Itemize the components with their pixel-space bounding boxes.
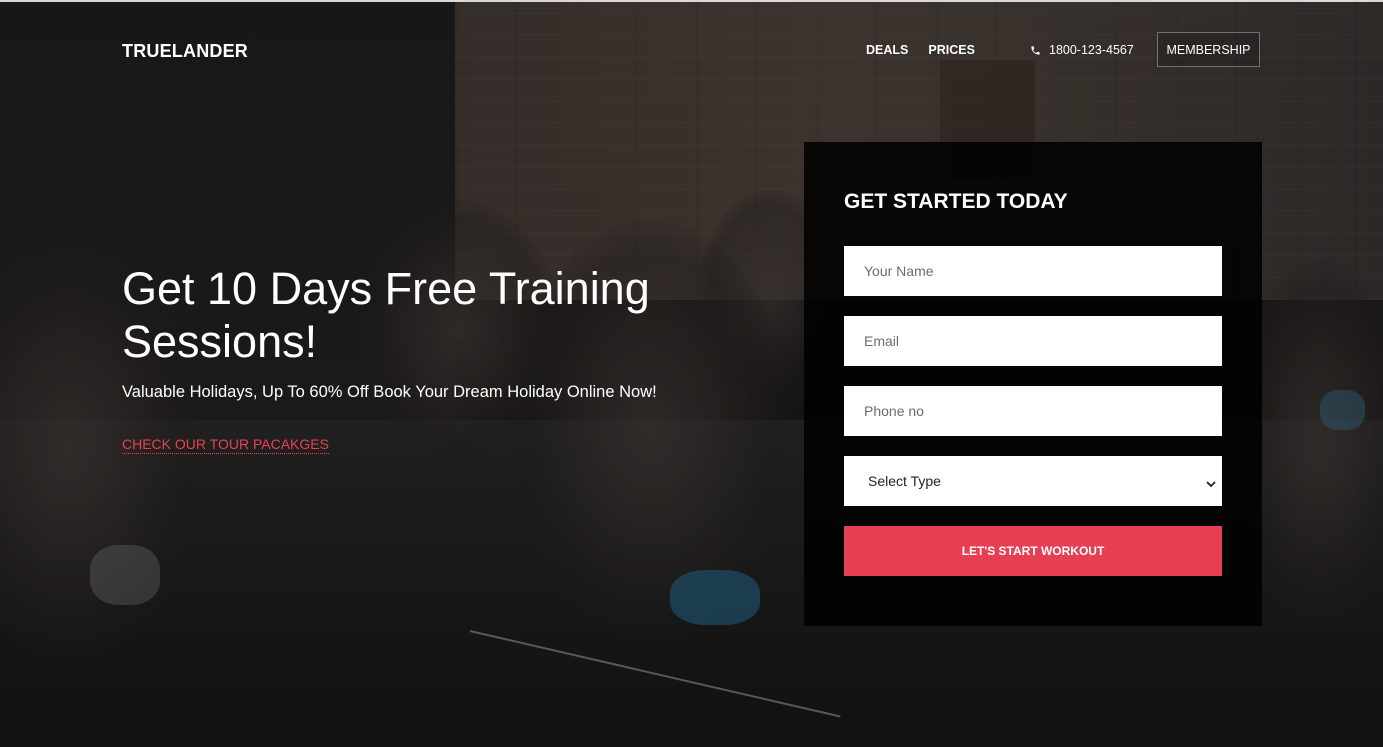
hero-subline: Valuable Holidays, Up To 60% Off Book Yo… <box>122 383 657 401</box>
tour-packages-link[interactable]: CHECK OUR TOUR PACAKGES <box>122 436 329 454</box>
main-nav: DEALS PRICES <box>866 43 975 57</box>
type-select-value: Select Type <box>868 473 941 489</box>
brand-logo[interactable]: TRUELANDER <box>122 41 248 62</box>
phone-number: 1800-123-4567 <box>1049 43 1134 57</box>
signup-form-panel: GET STARTED TODAY Select Type LET'S STAR… <box>804 142 1262 626</box>
email-input[interactable] <box>844 316 1222 366</box>
hero-section: TRUELANDER DEALS PRICES 1800-123-4567 ME… <box>0 0 1383 747</box>
chevron-down-icon <box>1206 476 1216 488</box>
membership-button[interactable]: MEMBERSHIP <box>1157 32 1260 67</box>
hero-headline: Get 10 Days Free Training Sessions! <box>122 263 650 367</box>
phone-contact[interactable]: 1800-123-4567 <box>1030 43 1134 57</box>
type-select[interactable]: Select Type <box>844 456 1222 506</box>
phone-icon <box>1030 45 1041 56</box>
phone-input[interactable] <box>844 386 1222 436</box>
nav-item-deals[interactable]: DEALS <box>866 43 908 57</box>
nav-item-prices[interactable]: PRICES <box>928 43 975 57</box>
name-input[interactable] <box>844 246 1222 296</box>
top-border <box>0 0 1383 2</box>
form-title: GET STARTED TODAY <box>844 190 1068 213</box>
start-workout-button[interactable]: LET'S START WORKOUT <box>844 526 1222 576</box>
